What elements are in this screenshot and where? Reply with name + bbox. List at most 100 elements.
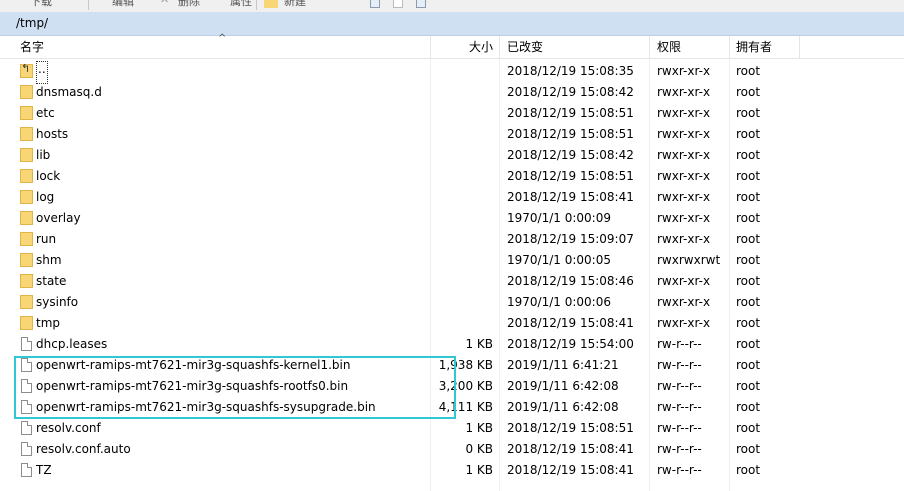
file-modified: 2018/12/19 15:08:41 [507,463,634,477]
file-icon [21,358,32,372]
file-name: resolv.conf.auto [36,442,131,456]
file-row[interactable]: dnsmasq.d 2018/12/19 15:08:42 rwxr-xr-x roo… [0,82,904,103]
file-row[interactable]: dhcp.leases 1 KB 2018/12/19 15:54:00 rw-r--… [0,334,904,355]
file-size: 1 KB [465,421,493,435]
file-modified: 2018/12/19 15:54:00 [507,337,634,351]
column-divider[interactable] [729,36,730,58]
file-modified: 1970/1/1 0:00:06 [507,295,611,309]
file-owner: root [736,148,761,162]
new-button[interactable]: 新建 [284,0,306,11]
view-icon[interactable] [370,0,380,8]
file-permissions: rwxr-xr-x [657,169,711,183]
file-modified: 2018/12/19 15:08:41 [507,316,634,330]
path-bar[interactable]: /tmp/ [0,12,904,36]
file-permissions: rwxr-xr-x [657,274,711,288]
file-modified: 2019/1/11 6:42:08 [507,379,619,393]
file-permissions: rw-r--r-- [657,337,702,351]
column-divider[interactable] [649,36,650,58]
file-permissions: rwxr-xr-x [657,64,711,78]
file-size: 4,111 KB [438,400,493,414]
file-row[interactable]: etc 2018/12/19 15:08:51 rwxr-xr-x root [0,103,904,124]
delete-button[interactable]: 删除 [178,0,200,11]
column-divider[interactable] [430,36,431,58]
file-size [432,313,493,334]
file-modified: 2019/1/11 6:41:21 [507,358,619,372]
column-permissions[interactable]: 权限 [657,36,681,58]
file-row[interactable]: state 2018/12/19 15:08:46 rwxr-xr-x root [0,271,904,292]
file-name: overlay [36,211,81,225]
sort-ascending-icon: ^ [218,33,227,44]
delete-icon[interactable]: ✕ [160,0,169,11]
file-owner: root [736,421,761,435]
file-size: 1 KB [465,463,493,477]
folder-icon [20,316,33,330]
file-row[interactable]: hosts 2018/12/19 15:08:51 rwxr-xr-x root [0,124,904,145]
file-modified: 2018/12/19 15:08:35 [507,64,634,78]
column-owner[interactable]: 拥有者 [736,36,772,58]
column-modified[interactable]: 已改变 [507,36,543,58]
edit-button[interactable]: 编辑 [112,0,134,11]
file-size [432,250,493,271]
file-size [432,145,493,166]
file-row[interactable]: openwrt-ramips-mt7621-mir3g-squashfs-sys… [0,397,904,418]
file-icon [21,400,32,414]
file-row[interactable]: resolv.conf.auto 0 KB 2018/12/19 15:08:41 r… [0,439,904,460]
file-modified: 2018/12/19 15:08:51 [507,421,634,435]
file-owner: root [736,295,761,309]
file-row[interactable]: log 2018/12/19 15:08:41 rwxr-xr-x root [0,187,904,208]
parent-folder-icon [20,62,33,78]
file-owner: root [736,379,761,393]
file-name: dnsmasq.d [36,85,102,99]
file-permissions: rw-r--r-- [657,421,702,435]
file-name: lock [36,169,61,183]
column-size[interactable]: 大小 [432,36,493,58]
file-permissions: rw-r--r-- [657,463,702,477]
folder-icon [20,127,33,141]
file-permissions: rwxr-xr-x [657,295,711,309]
download-button[interactable]: 下载 [30,0,52,11]
file-size [432,208,493,229]
column-divider[interactable] [499,36,500,58]
file-size: 1 KB [465,337,493,351]
file-modified: 1970/1/1 0:00:09 [507,211,611,225]
file-permissions: rwxrwxrwt [657,253,721,267]
file-row[interactable]: openwrt-ramips-mt7621-mir3g-squashfs-roo… [0,376,904,397]
file-row[interactable]: openwrt-ramips-mt7621-mir3g-squashfs-ker… [0,355,904,376]
file-owner: root [736,64,761,78]
column-divider[interactable] [799,36,800,58]
file-row[interactable]: lock 2018/12/19 15:08:51 rwxr-xr-x root [0,166,904,187]
parent-directory-row[interactable]: .. 2018/12/19 15:08:35 rwxr-xr-x root [0,61,904,84]
folder-icon [20,148,33,162]
file-name: etc [36,106,55,120]
file-row[interactable]: resolv.conf 1 KB 2018/12/19 15:08:51 rw-r--… [0,418,904,439]
file-row[interactable]: sysinfo 1970/1/1 0:00:06 rwxr-xr-x root [0,292,904,313]
file-owner: root [736,274,761,288]
file-owner: root [736,85,761,99]
properties-button[interactable]: 属性 [230,0,252,11]
file-size: 3,200 KB [438,379,493,393]
file-size [432,103,493,124]
file-size [432,61,493,82]
file-icon [21,442,32,456]
file-size [432,124,493,145]
file-permissions: rwxr-xr-x [657,106,711,120]
file-row[interactable]: TZ 1 KB 2018/12/19 15:08:41 rw-r--r-- root [0,460,904,481]
file-name: lib [36,148,51,162]
file-permissions: rw-r--r-- [657,379,702,393]
folder-icon [20,295,33,309]
file-row[interactable]: tmp 2018/12/19 15:08:41 rwxr-xr-x root [0,313,904,334]
file-modified: 2018/12/19 15:08:51 [507,127,634,141]
file-permissions: rw-r--r-- [657,400,702,414]
toolbar-separator [256,0,257,10]
file-owner: root [736,232,761,246]
file-row[interactable]: shm 1970/1/1 0:00:05 rwxrwxrwt root [0,250,904,271]
file-row[interactable]: run 2018/12/19 15:09:07 rwxr-xr-x root [0,229,904,250]
file-row[interactable]: lib 2018/12/19 15:08:42 rwxr-xr-x root [0,145,904,166]
new-folder-icon[interactable] [264,0,278,8]
folder-icon [20,85,33,99]
file-owner: root [736,358,761,372]
file-row[interactable]: overlay 1970/1/1 0:00:09 rwxr-xr-x root [0,208,904,229]
column-name[interactable]: 名字 [20,36,44,58]
view-icon[interactable] [393,0,403,8]
view-icon[interactable] [416,0,426,8]
